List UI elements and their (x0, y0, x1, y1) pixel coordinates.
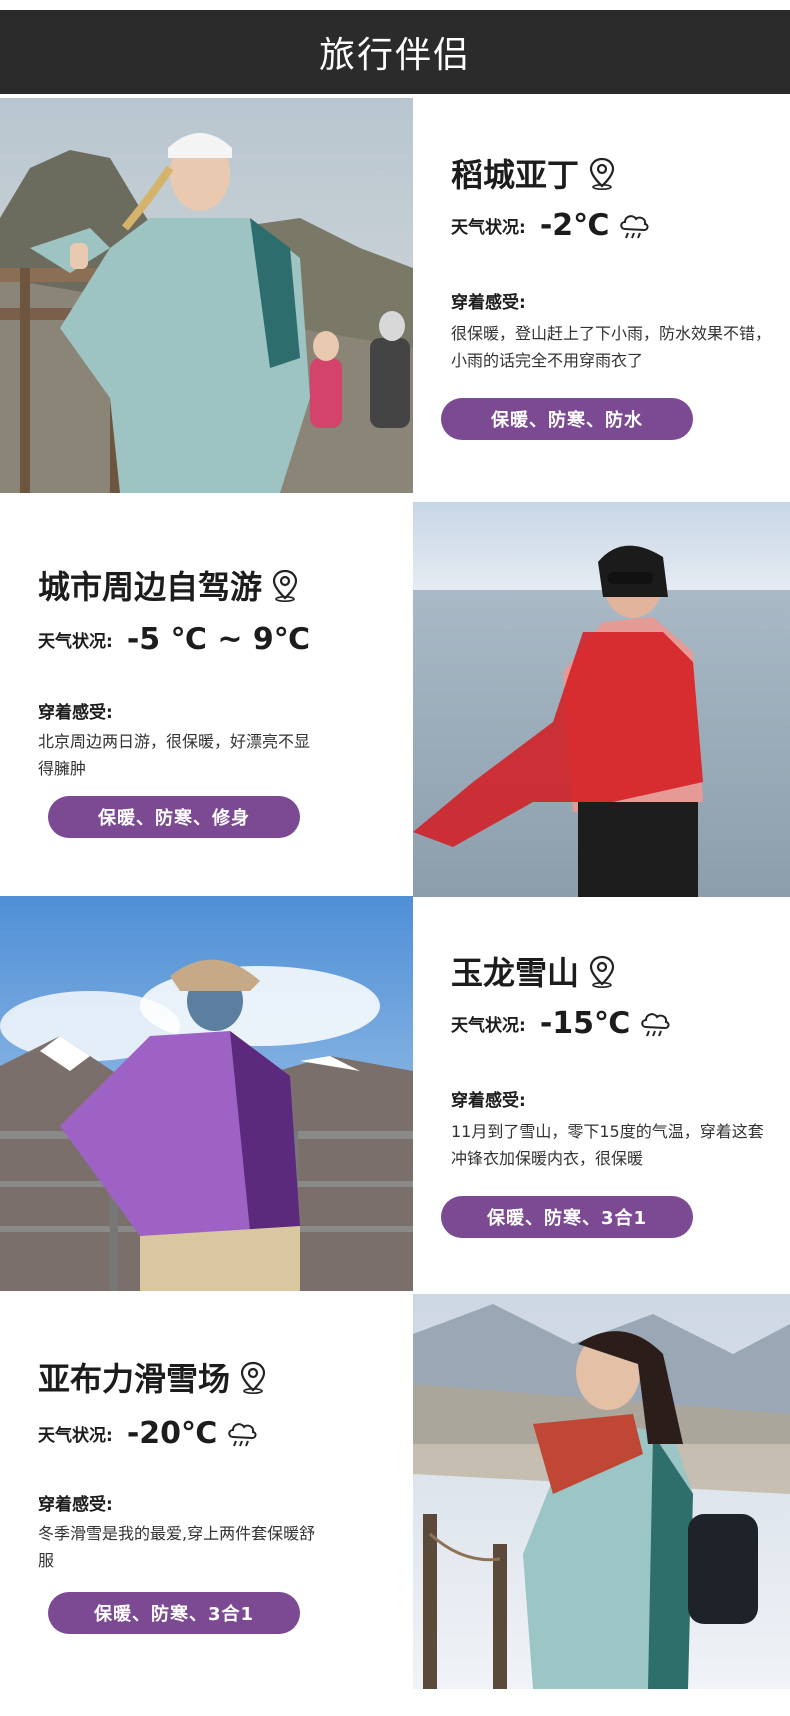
weather-row: 天气状况: -20℃ (38, 1416, 259, 1451)
travel-info-1: 稻城亚丁 天气状况: -2℃ 穿着感受: 很保暖，登山赶上了下小雨，防水效果不错… (413, 98, 790, 493)
weather-row: 天气状况: -15℃ (451, 1006, 672, 1041)
feel-text: 冬季滑雪是我的最爱,穿上两件套保暖舒服 (38, 1524, 316, 1570)
place-name-row: 城市周边自驾游 (38, 562, 300, 608)
weather-label: 天气状况: (451, 218, 526, 238)
temperature-value: -20℃ (126, 1416, 218, 1451)
place-name: 稻城亚丁 (451, 156, 580, 194)
feel-text: 11月到了雪山，零下15度的气温，穿着这套冲锋衣加保暖内衣，很保暖 (451, 1122, 764, 1168)
feature-tags: 保暖、防寒、3合1 (48, 1592, 300, 1634)
weather-row: 天气状况: -5 ℃ ~ 9℃ (38, 622, 318, 657)
feature-tags: 保暖、防寒、3合1 (441, 1196, 693, 1238)
page-header: 旅行伴侣 (0, 10, 790, 94)
place-name-row: 稻城亚丁 (451, 150, 617, 196)
place-name: 亚布力滑雪场 (38, 1360, 231, 1398)
weather-label: 天气状况: (38, 632, 113, 652)
feel-text: 很保暖，登山赶上了下小雨，防水效果不错，小雨的话完全不用穿雨衣了 (451, 324, 772, 370)
feel-label: 穿着感受: (38, 703, 113, 723)
weather-label: 天气状况: (38, 1426, 113, 1446)
place-name: 玉龙雪山 (451, 954, 580, 992)
travel-section-4: 亚布力滑雪场 天气状况: -20℃ 穿着感受: 冬季滑雪是我的最爱,穿上两件套保… (0, 1294, 790, 1689)
rain-cloud-icon (228, 1422, 257, 1446)
location-pin-icon (272, 569, 298, 602)
location-pin-icon (589, 955, 615, 988)
place-name: 城市周边自驾游 (38, 568, 263, 606)
temperature-value: -15℃ (539, 1006, 631, 1041)
travel-photo-1 (0, 98, 413, 493)
feel-text: 北京周边两日游，很保暖，好漂亮不显得臃肿 (38, 732, 311, 778)
travel-photo-3 (0, 896, 413, 1291)
place-name-row: 玉龙雪山 (451, 948, 617, 994)
feature-tags: 保暖、防寒、防水 (441, 398, 693, 440)
temperature-value: -2℃ (539, 208, 610, 243)
travel-info-4: 亚布力滑雪场 天气状况: -20℃ 穿着感受: 冬季滑雪是我的最爱,穿上两件套保… (0, 1294, 377, 1689)
feel-label: 穿着感受: (451, 1091, 526, 1111)
temperature-value: -5 ℃ ~ 9℃ (126, 622, 311, 657)
travel-section-1: 稻城亚丁 天气状况: -2℃ 穿着感受: 很保暖，登山赶上了下小雨，防水效果不错… (0, 98, 790, 493)
place-name-row: 亚布力滑雪场 (38, 1354, 268, 1400)
travel-info-2: 城市周边自驾游 天气状况: -5 ℃ ~ 9℃ 穿着感受: 北京周边两日游，很保… (0, 502, 377, 897)
weather-label: 天气状况: (451, 1016, 526, 1036)
travel-section-2: 城市周边自驾游 天气状况: -5 ℃ ~ 9℃ 穿着感受: 北京周边两日游，很保… (0, 502, 790, 897)
weather-row: 天气状况: -2℃ (451, 208, 651, 243)
travel-photo-4 (413, 1294, 790, 1689)
feel-label: 穿着感受: (451, 293, 526, 313)
location-pin-icon (589, 157, 615, 190)
page-title: 旅行伴侣 (318, 35, 471, 76)
travel-section-3: 玉龙雪山 天气状况: -15℃ 穿着感受: 11月到了雪山，零下15度的气温，穿… (0, 896, 790, 1291)
travel-info-3: 玉龙雪山 天气状况: -15℃ 穿着感受: 11月到了雪山，零下15度的气温，穿… (413, 896, 790, 1291)
feature-tags: 保暖、防寒、修身 (48, 796, 300, 838)
rain-cloud-icon (620, 214, 649, 238)
feel-label: 穿着感受: (38, 1495, 113, 1515)
location-pin-icon (240, 1361, 266, 1394)
rain-cloud-icon (641, 1012, 670, 1036)
travel-photo-2 (413, 502, 790, 897)
